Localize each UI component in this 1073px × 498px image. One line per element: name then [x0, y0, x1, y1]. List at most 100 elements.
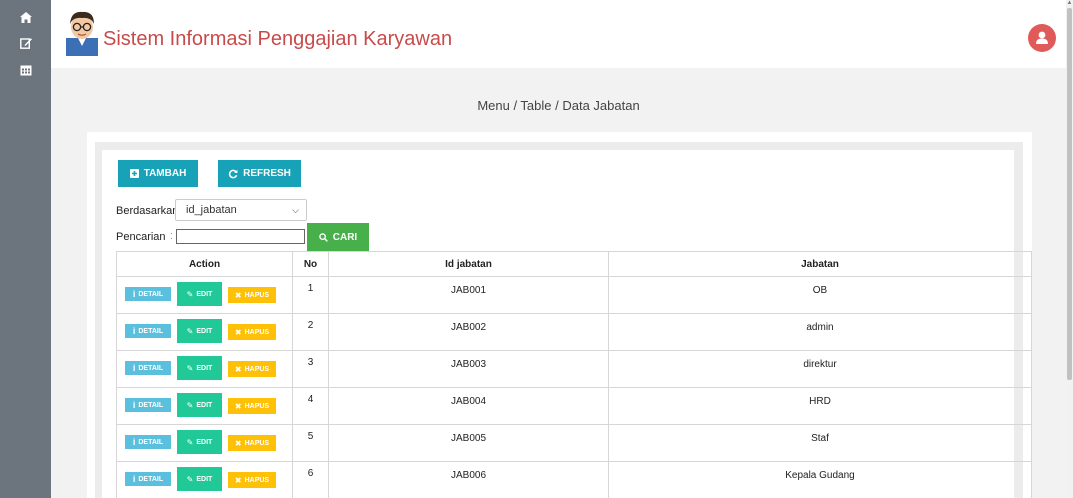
tambah-label: TAMBAH	[143, 168, 187, 179]
info-icon: i	[132, 437, 136, 447]
detail-label: DETAIL	[138, 401, 164, 409]
hapus-button[interactable]: ✖ HAPUS	[228, 472, 276, 488]
edit-icon: ✎	[186, 400, 194, 410]
table-row: i DETAIL ✎ EDIT ✖ HAPUS 5 JAB005 Staf	[116, 424, 1032, 462]
info-icon: i	[132, 400, 136, 410]
cell-id-jabatan: JAB001	[328, 276, 609, 314]
home-icon[interactable]	[0, 10, 51, 28]
cell-jabatan: admin	[608, 313, 1032, 351]
cari-button[interactable]: CARI	[307, 223, 369, 251]
detail-label: DETAIL	[138, 327, 164, 335]
column-header-jabatan: Jabatan	[608, 251, 1032, 277]
edit-icon: ✎	[186, 289, 194, 299]
search-input[interactable]	[176, 229, 305, 244]
scrollbar-thumb[interactable]	[1067, 8, 1072, 380]
detail-button[interactable]: i DETAIL	[125, 324, 171, 338]
table-row: i DETAIL ✎ EDIT ✖ HAPUS 4 JAB004 HRD	[116, 387, 1032, 425]
close-icon: ✖	[234, 438, 242, 448]
cell-id-jabatan: JAB003	[328, 350, 609, 388]
hapus-button[interactable]: ✖ HAPUS	[228, 435, 276, 451]
hapus-label: HAPUS	[244, 476, 270, 484]
detail-button[interactable]: i DETAIL	[125, 361, 171, 375]
detail-button[interactable]: i DETAIL	[125, 398, 171, 412]
select-value: id_jabatan	[186, 204, 237, 216]
app-title: Sistem Informasi Penggajian Karyawan	[103, 28, 453, 50]
column-header-id-jabatan: Id jabatan	[328, 251, 609, 277]
hapus-label: HAPUS	[244, 439, 270, 447]
edit-button[interactable]: ✎ EDIT	[177, 393, 222, 417]
pencarian-label: Pencarian	[116, 231, 166, 243]
cell-no: 1	[292, 276, 329, 314]
cell-no: 3	[292, 350, 329, 388]
cell-no: 2	[292, 313, 329, 351]
edit-label: EDIT	[196, 401, 213, 409]
close-icon: ✖	[234, 290, 242, 300]
table-row: i DETAIL ✎ EDIT ✖ HAPUS 3 JAB003 direktur	[116, 350, 1032, 388]
edit-button[interactable]: ✎ EDIT	[177, 282, 222, 306]
user-menu-button[interactable]	[1028, 24, 1056, 52]
hapus-button[interactable]: ✖ HAPUS	[228, 324, 276, 340]
cell-no: 6	[292, 461, 329, 498]
close-icon: ✖	[234, 401, 242, 411]
berdasarkan-label: Berdasarkan:	[116, 205, 182, 217]
refresh-label: REFRESH	[243, 168, 291, 179]
column-header-no: No	[292, 251, 329, 277]
detail-button[interactable]: i DETAIL	[125, 435, 171, 449]
edit-label: EDIT	[196, 290, 213, 298]
detail-button[interactable]: i DETAIL	[125, 287, 171, 301]
info-icon: i	[132, 363, 136, 373]
plus-square-icon	[129, 169, 139, 178]
hapus-label: HAPUS	[244, 328, 270, 336]
calendar-icon[interactable]	[0, 63, 51, 81]
action-cell: i DETAIL ✎ EDIT ✖ HAPUS	[116, 461, 293, 498]
info-icon: i	[132, 326, 136, 336]
refresh-button[interactable]: REFRESH	[218, 160, 301, 187]
edit-button[interactable]: ✎ EDIT	[177, 356, 222, 380]
table-row: i DETAIL ✎ EDIT ✖ HAPUS 2 JAB002 admin	[116, 313, 1032, 351]
chevron-down-icon: ⌵	[292, 205, 299, 215]
cell-no: 5	[292, 424, 329, 462]
table-row: i DETAIL ✎ EDIT ✖ HAPUS 1 JAB001 OB	[116, 276, 1032, 314]
edit-button[interactable]: ✎ EDIT	[177, 430, 222, 454]
hapus-button[interactable]: ✖ HAPUS	[228, 287, 276, 303]
table-header-row: Action No Id jabatan Jabatan	[116, 251, 1032, 277]
edit-button[interactable]: ✎ EDIT	[177, 467, 222, 491]
action-cell: i DETAIL ✎ EDIT ✖ HAPUS	[116, 313, 293, 351]
edit-icon: ✎	[186, 326, 194, 336]
cell-id-jabatan: JAB002	[328, 313, 609, 351]
edit-button[interactable]: ✎ EDIT	[177, 319, 222, 343]
cari-label: CARI	[332, 231, 358, 243]
edit-label: EDIT	[196, 364, 213, 372]
hapus-label: HAPUS	[244, 365, 270, 373]
detail-button[interactable]: i DETAIL	[125, 472, 171, 486]
table-body: i DETAIL ✎ EDIT ✖ HAPUS 1 JAB001 OB i DETAIL ✎ EDIT ✖…	[116, 276, 1032, 498]
close-icon: ✖	[234, 327, 242, 337]
table-row: i DETAIL ✎ EDIT ✖ HAPUS 6 JAB006 Kepala Gudang	[116, 461, 1032, 498]
action-cell: i DETAIL ✎ EDIT ✖ HAPUS	[116, 276, 293, 314]
edit-icon: ✎	[186, 363, 194, 373]
scroll-up-icon[interactable]: ▲	[1066, 0, 1073, 7]
berdasarkan-select[interactable]: id_jabatan ⌵	[175, 199, 307, 221]
hapus-label: HAPUS	[244, 291, 270, 299]
edit-label: EDIT	[196, 475, 213, 483]
close-icon: ✖	[234, 364, 242, 374]
cell-id-jabatan: JAB006	[328, 461, 609, 498]
cell-id-jabatan: JAB004	[328, 387, 609, 425]
edit-icon: ✎	[186, 437, 194, 447]
detail-label: DETAIL	[138, 290, 164, 298]
hapus-button[interactable]: ✖ HAPUS	[228, 398, 276, 414]
close-icon: ✖	[234, 475, 242, 485]
hapus-button[interactable]: ✖ HAPUS	[228, 361, 276, 377]
detail-label: DETAIL	[138, 364, 164, 372]
cell-no: 4	[292, 387, 329, 425]
edit-icon[interactable]	[0, 36, 51, 54]
search-icon	[318, 232, 328, 242]
cell-id-jabatan: JAB005	[328, 424, 609, 462]
tambah-button[interactable]: TAMBAH	[118, 160, 198, 187]
logo-avatar-icon	[64, 8, 100, 56]
info-icon: i	[132, 474, 136, 484]
action-cell: i DETAIL ✎ EDIT ✖ HAPUS	[116, 387, 293, 425]
refresh-icon	[228, 169, 238, 178]
user-icon	[1036, 31, 1048, 44]
pencarian-colon: :	[170, 230, 174, 242]
